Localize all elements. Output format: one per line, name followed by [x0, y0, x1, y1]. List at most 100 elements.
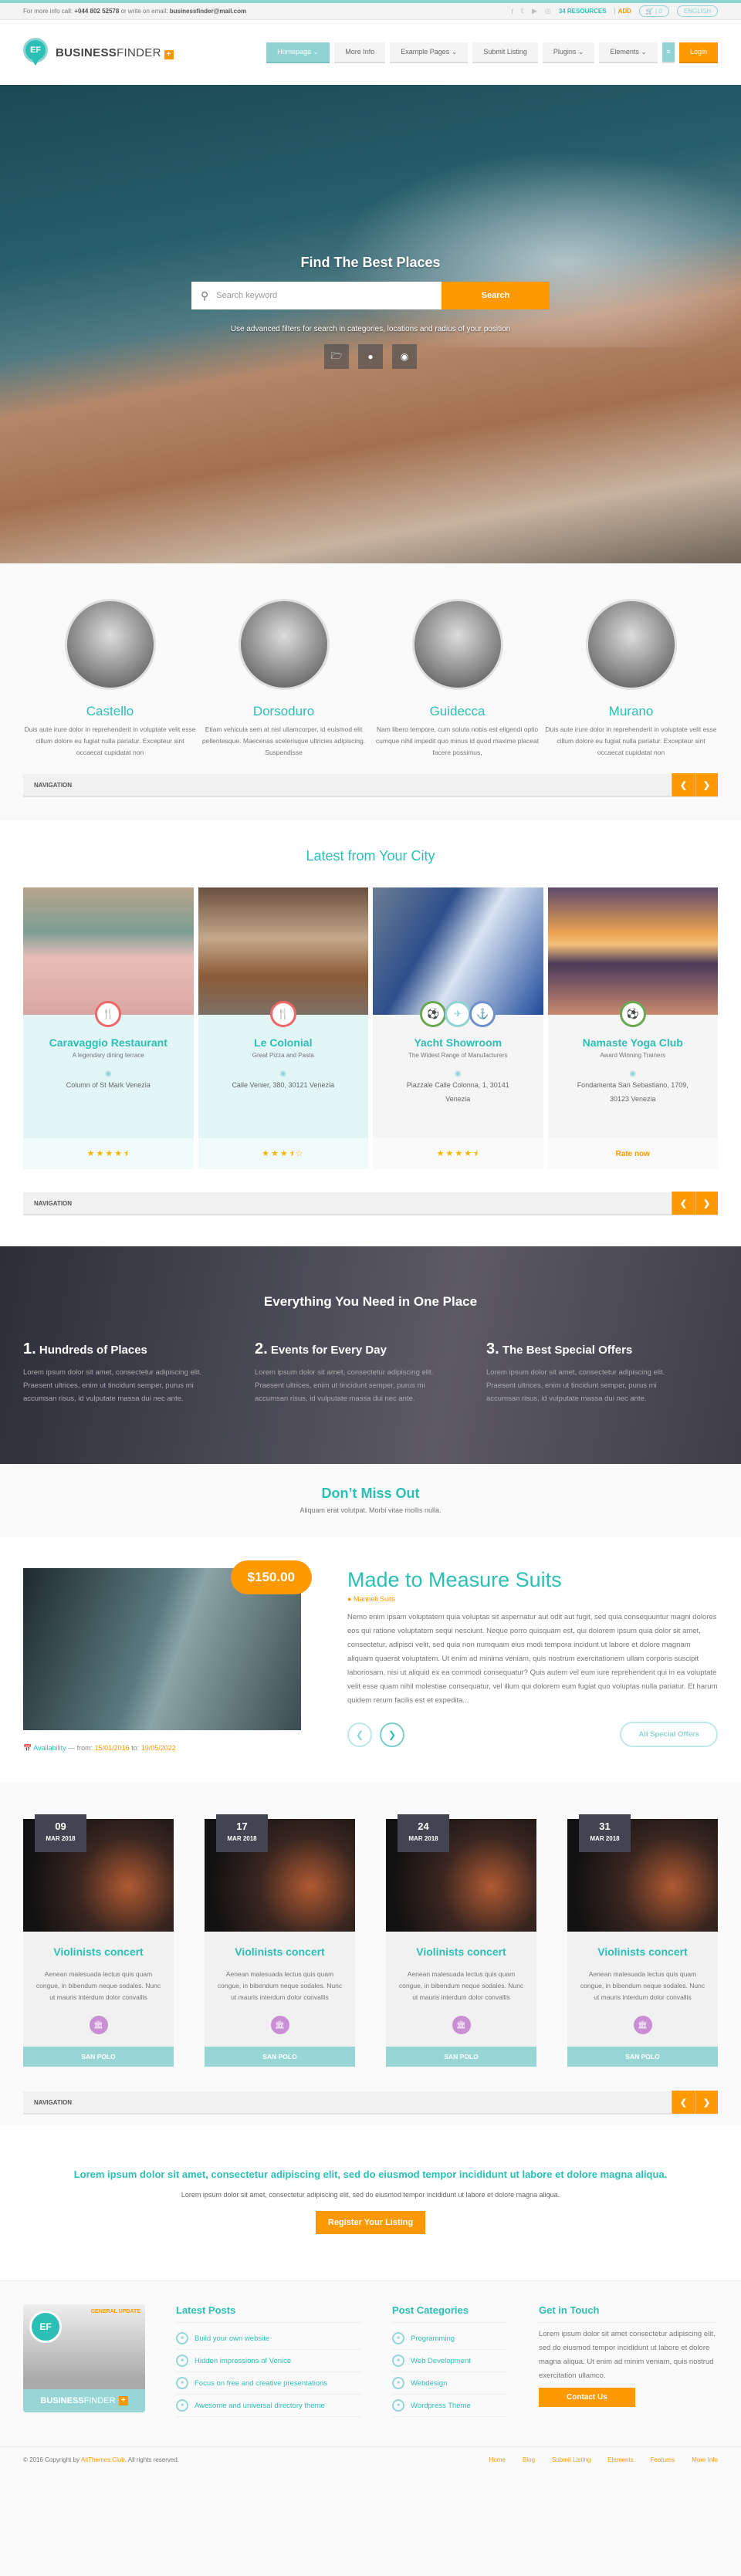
footer-link-blog[interactable]: Blog — [523, 2456, 535, 2463]
nav-plugins[interactable]: Plugins ⌄ — [542, 42, 595, 63]
offer-title[interactable]: Made to Measure Suits — [347, 1568, 718, 1592]
register-listing-button[interactable]: Register Your Listing — [315, 2211, 426, 2234]
listing-card[interactable]: 🍴 Caravaggio Restaurant A legendary dinin… — [23, 887, 194, 1169]
event-card[interactable]: 31 MAR 2018 Violinists concert Aenean males… — [567, 1814, 718, 2067]
document-icon: ■ — [176, 2399, 188, 2412]
get-in-touch-widget: Get in Touch Lorem ipsum dolor sit amet … — [539, 2304, 716, 2417]
event-card[interactable]: 17 MAR 2018 Violinists concert Aenean males… — [205, 1814, 355, 2067]
footer-bottom-bar: © 2016 Copyright by AitThemes.Club. All … — [0, 2446, 741, 2473]
event-card[interactable]: 24 MAR 2018 Violinists concert Aenean males… — [386, 1814, 536, 2067]
nav-example-pages[interactable]: Example Pages ⌄ — [390, 42, 469, 63]
listing-card[interactable]: ⚽ ✈ ⚓ Yacht Showroom The Widest Range of Ma… — [373, 887, 543, 1169]
youtube-icon[interactable]: ▶ — [532, 7, 537, 15]
hero-section: Find The Best Places ⚲ Search keyword Sea… — [0, 85, 741, 563]
radius-icon[interactable]: ◉ — [392, 344, 417, 369]
footer-link-elements[interactable]: Elements — [607, 2456, 633, 2463]
prev-arrow-icon[interactable]: ❮ — [672, 773, 695, 796]
prev-offer-button[interactable]: ❮ — [347, 1722, 372, 1747]
footer-promo-banner[interactable]: GENERAL UPDATE EF BUSINESS FINDER + — [23, 2304, 145, 2412]
district-item[interactable]: Guidecca Nam libero tempore, cum soluta n… — [370, 599, 544, 759]
twitter-icon[interactable]: 𝕥 — [521, 7, 524, 15]
nav-submit-listing[interactable]: Submit Listing — [472, 42, 538, 63]
logo[interactable]: EF BUSINESSFINDER + — [23, 38, 174, 67]
add-link[interactable]: ADD — [614, 8, 631, 15]
copyright-link[interactable]: AitThemes.Club — [81, 2456, 125, 2463]
nav-elements[interactable]: Elements ⌄ — [599, 42, 658, 63]
event-location[interactable]: SAN POLO — [567, 2047, 718, 2067]
event-image: 09 MAR 2018 — [23, 1814, 174, 1932]
email-link[interactable]: businessfinder@mail.com — [170, 8, 246, 15]
prev-arrow-icon[interactable]: ❮ — [672, 1192, 695, 1215]
event-card[interactable]: 09 MAR 2018 Violinists concert Aenean males… — [23, 1814, 174, 2067]
folder-icon[interactable]: 🗁 — [324, 344, 349, 369]
carousel-navigation: NAVIGATION ❮ ❯ — [23, 1192, 718, 1215]
event-date: 09 MAR 2018 — [35, 1814, 86, 1852]
logo-text: BUSINESSFINDER + — [56, 46, 174, 59]
event-location[interactable]: SAN POLO — [23, 2047, 174, 2067]
museum-icon: 🏛 — [452, 2016, 471, 2034]
facebook-icon[interactable]: f — [511, 8, 513, 15]
district-item[interactable]: Castello Duis aute irure dolor in reprehe… — [23, 599, 197, 759]
post-link[interactable]: ■ Focus on free and creative presentation… — [176, 2372, 361, 2395]
resources-link[interactable]: 34 RESOURCES — [559, 8, 607, 15]
top-info-bar: For more info call: +044 802 52578 or wr… — [0, 3, 741, 20]
prev-arrow-icon[interactable]: ❮ — [672, 2091, 695, 2114]
event-date: 31 MAR 2018 — [579, 1814, 631, 1852]
language-selector[interactable]: ENGLISH — [676, 5, 718, 17]
dribbble-icon[interactable]: ◎ — [545, 7, 551, 15]
search-icon: ⚲ — [201, 289, 209, 302]
rate-now-link[interactable]: Rate now — [547, 1138, 718, 1169]
footer-link-features[interactable]: Features — [651, 2456, 675, 2463]
footer-links: Home Blog Submit Listing Elements Featur… — [489, 2456, 718, 2463]
all-special-offers-button[interactable]: All Special Offers — [620, 1722, 718, 1747]
hamburger-menu-icon[interactable]: ≡ — [661, 42, 675, 63]
features-section: Everything You Need in One Place 1. Hund… — [0, 1246, 741, 1464]
offer-description: Nemo enim ipsam voluptatem quia voluptas… — [347, 1613, 718, 1705]
restaurant-icon: 🍴 — [269, 1001, 296, 1027]
category-link[interactable]: ■ Programming — [392, 2328, 508, 2350]
nav-homepage[interactable]: Homepage ⌄ — [266, 42, 330, 63]
post-link[interactable]: ■ Build your own website — [176, 2328, 361, 2350]
next-arrow-icon[interactable]: ❯ — [695, 1192, 718, 1215]
cart-icon: 🛒 — [645, 8, 654, 15]
offer-location[interactable]: ● Manneli Suits — [347, 1595, 718, 1603]
search-input[interactable]: ⚲ Search keyword — [191, 282, 442, 309]
rating-stars[interactable]: ★★★⯨☆ — [198, 1138, 368, 1169]
event-location[interactable]: SAN POLO — [386, 2047, 536, 2067]
next-arrow-icon[interactable]: ❯ — [695, 2091, 718, 2114]
feature-item: 2. Events for Every Day Lorem ipsum dolor… — [255, 1340, 434, 1403]
logo-pin-icon: EF — [23, 38, 48, 67]
advanced-filters: 🗁 ● ◉ — [0, 344, 741, 369]
district-item[interactable]: Dorsoduro Etiam vehicula sem at nisl ulla… — [197, 599, 370, 759]
next-offer-button[interactable]: ❯ — [380, 1722, 404, 1747]
nav-more-info[interactable]: More Info — [334, 42, 386, 63]
event-location[interactable]: SAN POLO — [205, 2047, 355, 2067]
cart-button[interactable]: 🛒 | 0 — [638, 5, 669, 17]
category-link[interactable]: ■ Wordpress Theme — [392, 2395, 508, 2417]
post-link[interactable]: ■ Hidden impressions of Venice — [176, 2350, 361, 2372]
login-button[interactable]: Login — [678, 42, 718, 63]
listing-card[interactable]: 🍴 Le Colonial Great Pizza and Pasta ◉ Calle… — [198, 887, 368, 1169]
listing-image: 🍴 — [23, 887, 194, 1027]
post-link[interactable]: ■ Awesome and universal directory theme — [176, 2395, 361, 2417]
footer-link-more-info[interactable]: More Info — [692, 2456, 718, 2463]
phone-number[interactable]: +044 802 52578 — [74, 8, 119, 15]
event-image: 24 MAR 2018 — [386, 1814, 536, 1932]
category-link[interactable]: ■ Webdesign — [392, 2372, 508, 2395]
document-icon: ■ — [176, 2377, 188, 2389]
footer-link-submit-listing[interactable]: Submit Listing — [552, 2456, 590, 2463]
footer-link-home[interactable]: Home — [489, 2456, 506, 2463]
next-arrow-icon[interactable]: ❯ — [695, 773, 718, 796]
contact-us-button[interactable]: Contact Us — [539, 2388, 635, 2407]
location-pin-icon[interactable]: ● — [358, 344, 383, 369]
offer-image[interactable]: $150.00 — [23, 1560, 312, 1730]
search-button[interactable]: Search — [442, 282, 550, 309]
category-link[interactable]: ■ Web Development — [392, 2350, 508, 2372]
rating-stars[interactable]: ★★★★⯨ — [23, 1138, 194, 1169]
district-item[interactable]: Murano Duis aute irure dolor in reprehend… — [544, 599, 718, 759]
plane-icon: ✈ — [445, 1001, 472, 1027]
folder-icon: ■ — [392, 2355, 404, 2367]
museum-icon: 🏛 — [89, 2016, 108, 2034]
listing-card[interactable]: ⚽ Namaste Yoga Club Award Winning Trainer… — [547, 887, 718, 1169]
rating-stars[interactable]: ★★★★⯨ — [373, 1138, 543, 1169]
